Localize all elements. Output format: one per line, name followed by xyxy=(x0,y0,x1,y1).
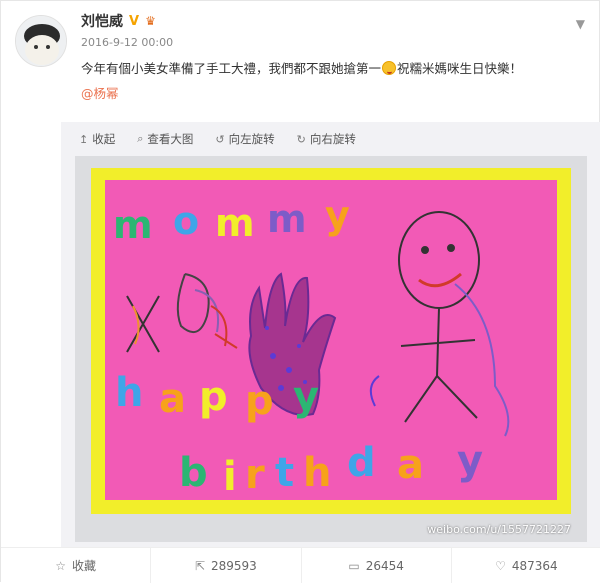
like-count: 487364 xyxy=(511,558,558,573)
rotate-left-label: 向左旋转 xyxy=(228,132,275,146)
comment-button[interactable]: ▭ 26454 xyxy=(302,548,452,583)
post-text: 今年有個小美女準備了手工大禮，我們都不跟她搶第一 祝糯米媽咪生日快樂！ xyxy=(81,59,591,79)
letter-r: r xyxy=(245,452,265,498)
letter-m3: m xyxy=(267,197,307,241)
rotate-right-button[interactable]: ↻ 向右旋转 xyxy=(297,131,356,147)
letter-p1: p xyxy=(199,374,228,420)
search-icon: ⌕ xyxy=(137,132,144,145)
smile-emoji-icon xyxy=(382,61,397,75)
letter-b: b xyxy=(179,450,208,496)
collapse-label: 收起 xyxy=(92,132,116,146)
card-drawing: m o m m y h a p p y b i r t h d a y xyxy=(113,193,510,500)
repost-button[interactable]: ⇱ 289593 xyxy=(151,548,302,583)
verified-icon: V xyxy=(129,13,140,29)
post-footer: ☆ 收藏 ⇱ 289593 ▭ 26454 ♡ 487364 xyxy=(1,547,600,583)
letter-h1: h xyxy=(115,370,143,416)
mention-link[interactable]: @杨幂 xyxy=(81,83,119,102)
favorite-label: 收藏 xyxy=(72,559,97,573)
letter-y2: y xyxy=(293,374,319,420)
comment-icon: ▭ xyxy=(348,558,360,573)
letter-d: d xyxy=(347,440,376,486)
rotate-left-icon: ↺ xyxy=(215,132,225,146)
arrow-up-icon: ↥ xyxy=(79,132,89,146)
collapse-button[interactable]: ↥ 收起 xyxy=(79,131,115,147)
repost-icon: ⇱ xyxy=(194,558,205,573)
letter-p2: p xyxy=(245,378,274,424)
butterfly-doodle xyxy=(126,273,238,353)
rotate-right-label: 向右旋转 xyxy=(309,132,356,146)
avatar[interactable] xyxy=(15,15,67,67)
comment-count: 26454 xyxy=(365,558,404,573)
watermark: weibo.com/u/1557721227 xyxy=(427,523,571,536)
repost-count: 289593 xyxy=(211,558,257,573)
letter-y3: y xyxy=(457,438,483,484)
thumbs-up-icon: ♡ xyxy=(495,558,506,573)
post-time[interactable]: 2016-9-12 00:00 xyxy=(81,36,173,49)
letter-a2: a xyxy=(397,442,424,488)
letter-t: t xyxy=(275,450,294,496)
post-text-part2: 祝糯米媽咪生日快樂！ xyxy=(397,61,523,76)
letter-o: o xyxy=(173,199,199,243)
birthday-letters: b i r t h d a y xyxy=(179,438,483,500)
member-icon: ♛ xyxy=(145,14,156,28)
birthday-card-photo[interactable]: m o m m y h a p p y b i r t h d a y weib… xyxy=(75,156,587,542)
mommy-letters: m o m m y xyxy=(113,193,350,247)
letter-m2: m xyxy=(215,201,255,245)
rotate-left-button[interactable]: ↺ 向左旋转 xyxy=(215,131,274,147)
letter-a1: a xyxy=(159,376,186,422)
letter-m1: m xyxy=(113,203,153,247)
avatar-image xyxy=(16,16,66,66)
letter-h2: h xyxy=(303,450,331,496)
media-panel: ↥ 收起 ⌕ 查看大图 ↺ 向左旋转 ↻ 向右旋转 m o m m y h a … xyxy=(61,122,600,547)
view-large-button[interactable]: ⌕ 查看大图 xyxy=(137,131,193,147)
author-name[interactable]: 刘恺威 xyxy=(81,11,123,31)
like-button[interactable]: ♡ 487364 xyxy=(452,548,600,583)
letter-y1: y xyxy=(325,193,350,237)
rotate-right-icon: ↻ xyxy=(296,132,306,146)
stick-figure-drawing xyxy=(369,211,510,437)
author-row: 刘恺威 V ♛ xyxy=(81,11,156,31)
chevron-down-icon[interactable]: ▼ xyxy=(576,17,585,31)
weibo-post: 刘恺威 V ♛ ▼ 2016-9-12 00:00 今年有個小美女準備了手工大禮… xyxy=(0,0,600,583)
media-toolbar: ↥ 收起 ⌕ 查看大图 ↺ 向左旋转 ↻ 向右旋转 xyxy=(79,131,356,147)
view-large-label: 查看大图 xyxy=(147,132,194,146)
post-text-part1: 今年有個小美女準備了手工大禮，我們都不跟她搶第一 xyxy=(81,61,382,76)
favorite-button[interactable]: ☆ 收藏 xyxy=(1,548,152,583)
star-icon: ☆ xyxy=(55,558,66,573)
letter-i: i xyxy=(223,454,237,500)
